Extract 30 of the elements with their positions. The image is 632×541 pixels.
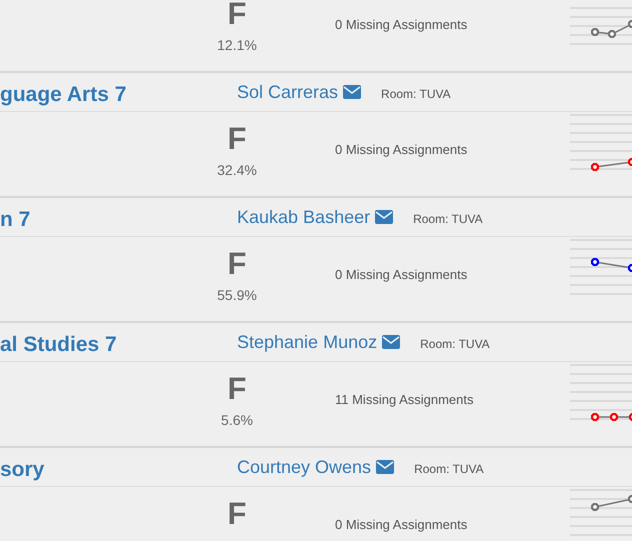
letter-grade: F — [228, 122, 246, 156]
room-label: Room: TUVA — [413, 211, 483, 226]
teacher-link[interactable]: Stephanie Munoz — [237, 332, 378, 352]
mail-icon[interactable] — [375, 210, 394, 224]
letter-grade: F — [228, 247, 246, 281]
room-label: Room: TUVA — [381, 86, 451, 101]
room-label: Room: TUVA — [414, 461, 484, 476]
grade-percent: 55.9% — [217, 287, 257, 303]
mail-icon[interactable] — [376, 460, 394, 474]
letter-grade: F — [228, 497, 246, 531]
room-label: Room: TUVA — [420, 336, 490, 351]
course-title[interactable]: al Studies 7 — [0, 327, 237, 357]
missing-assignments: 0 Missing Assignments — [335, 517, 468, 532]
teacher-link[interactable]: Courtney Owens — [237, 456, 372, 478]
missing-assignments: 0 Missing Assignments — [335, 142, 468, 157]
missing-assignments: 11 Missing Assignments — [335, 392, 474, 407]
letter-grade: F — [228, 372, 246, 406]
teacher-link[interactable]: Kaukab Basheer — [237, 206, 370, 228]
missing-assignments: 0 Missing Assignments — [335, 267, 468, 282]
teacher-link[interactable]: Sol Carreras — [237, 82, 338, 102]
letter-grade: F — [228, 0, 246, 31]
grade-percent: 12.1% — [217, 37, 257, 53]
missing-assignments: 0 Missing Assignments — [335, 17, 468, 32]
course-title[interactable]: n 7 — [0, 202, 237, 232]
grade-percent: 32.4% — [217, 162, 257, 178]
mail-icon[interactable] — [343, 85, 362, 99]
grade-percent: 5.6% — [221, 412, 253, 428]
mail-icon[interactable] — [382, 335, 400, 349]
course-title[interactable]: sory — [0, 452, 237, 482]
course-title[interactable]: guage Arts 7 — [0, 77, 237, 107]
